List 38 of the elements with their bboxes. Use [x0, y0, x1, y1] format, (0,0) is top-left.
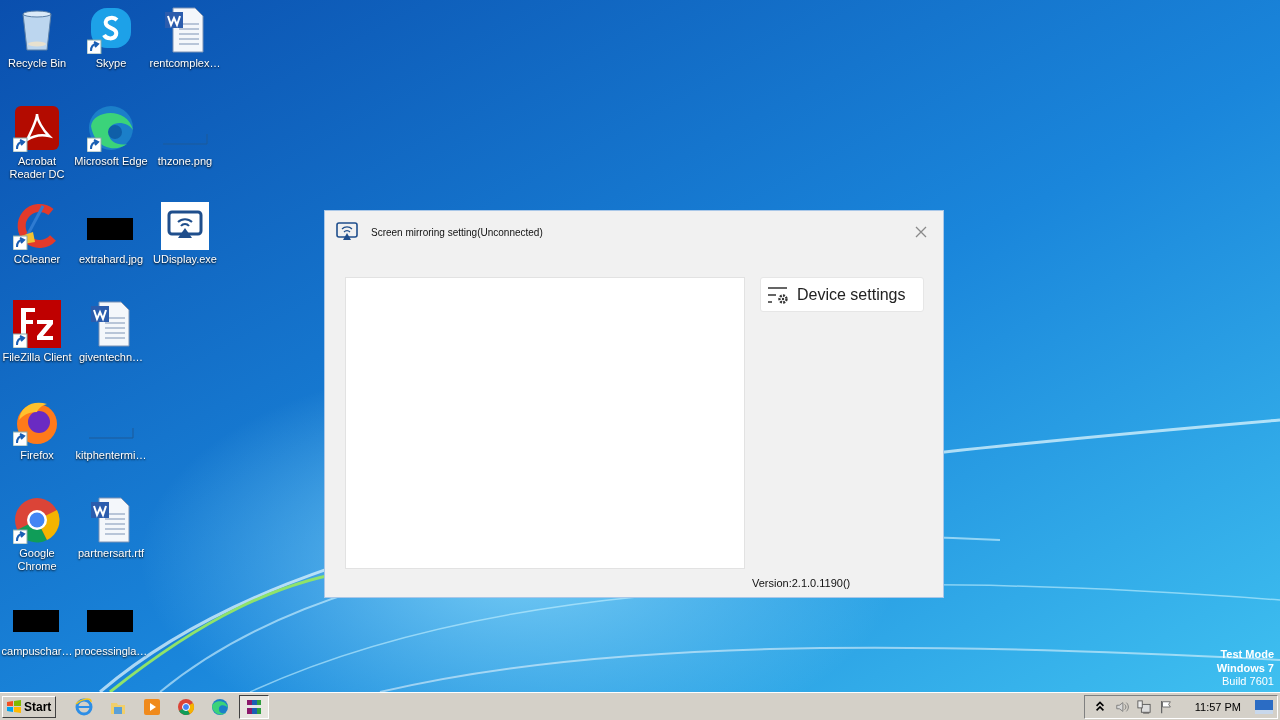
clock[interactable]: 11:57 PM [1194, 700, 1241, 713]
show-desktop-icon[interactable] [1255, 699, 1273, 714]
icon-label: campuschar… [1, 645, 73, 658]
icon-label: processingla… [74, 645, 148, 658]
pdf-icon[interactable] [13, 104, 61, 152]
wave-logo-icon[interactable] [87, 104, 135, 152]
icon-label: rentcomplex… [149, 57, 221, 70]
icon-label: Recycle Bin [7, 57, 67, 70]
icon-label: giventechn… [78, 351, 144, 364]
device-settings-button[interactable]: Device settings [760, 277, 924, 312]
monitor-icon [336, 222, 358, 242]
fz-logo-icon[interactable] [13, 300, 61, 348]
icon-label: UDisplay.exe [153, 253, 217, 266]
windows-logo-icon [6, 699, 22, 714]
ring-logo-icon[interactable] [13, 496, 61, 544]
archive-icon[interactable] [239, 694, 270, 719]
watermark-text: Windows 7 [1216, 661, 1274, 675]
icon-label: FileZilla Client [2, 351, 72, 364]
network-icon[interactable] [1136, 698, 1151, 715]
flag-icon[interactable] [1158, 698, 1173, 715]
monitor-icon[interactable] [161, 202, 209, 250]
icon-label: Google Chrome [16, 547, 58, 573]
settings-icon [767, 285, 791, 304]
watermark-text: Test Mode [1220, 648, 1274, 662]
icon-label: Firefox [20, 449, 54, 462]
icon-label: kitphentermi… [75, 449, 147, 462]
icon-label: Acrobat Reader DC [8, 155, 66, 181]
icon-label: extrahard.jpg [78, 253, 144, 266]
icon-label: Skype [95, 57, 127, 70]
window-title: Screen mirroring setting(Unconnected) [371, 226, 544, 238]
start-button[interactable]: Start [2, 695, 57, 718]
icon-label: CCleaner [13, 253, 61, 266]
icon-label: partnersart.rtf [78, 547, 144, 560]
icon-label: Microsoft Edge [74, 155, 148, 168]
watermark-text: Build 7601 [1222, 675, 1274, 689]
close-icon[interactable] [915, 226, 927, 238]
icon-label: thzone.png [157, 155, 213, 168]
version-text: Version:2.1.0.1190() [752, 577, 852, 589]
